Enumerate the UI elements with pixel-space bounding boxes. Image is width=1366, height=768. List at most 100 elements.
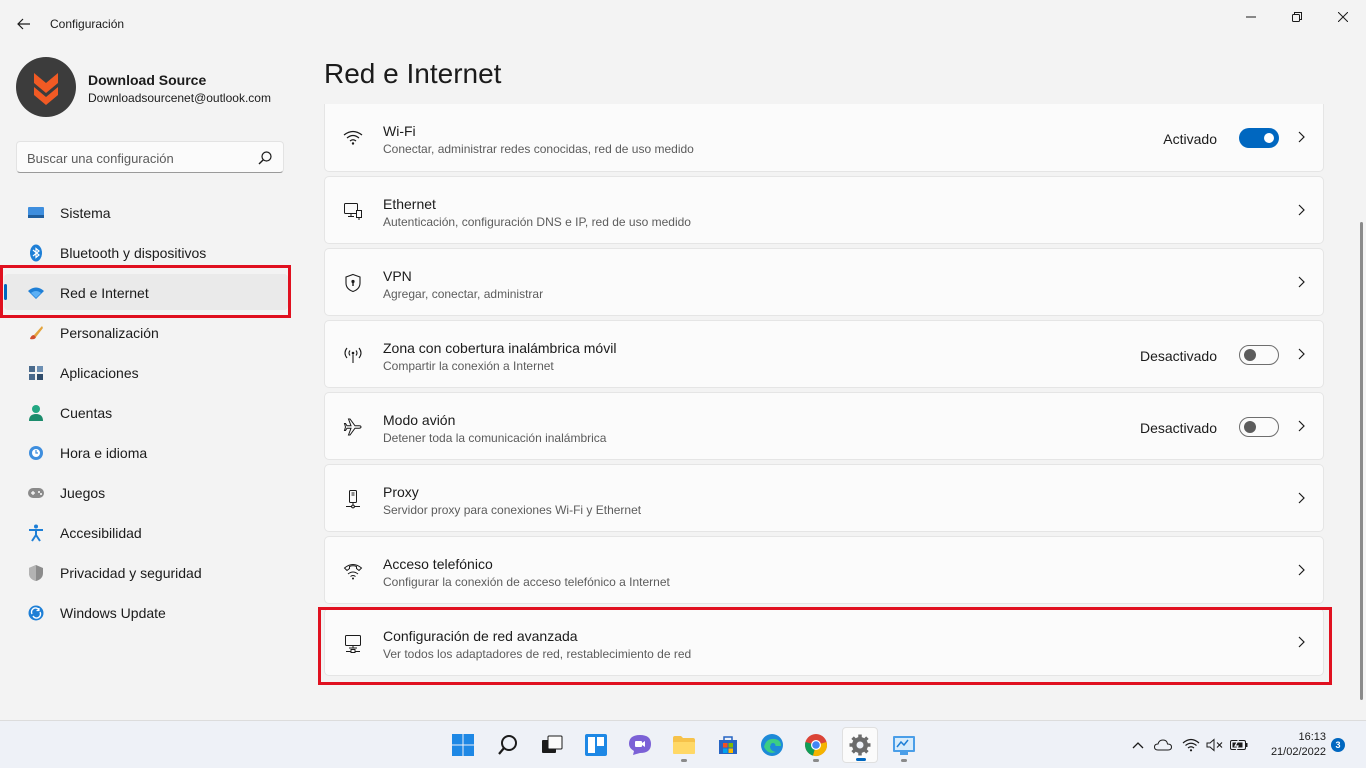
search-icon <box>498 735 517 755</box>
update-icon <box>27 604 45 622</box>
sidebar-item-label: Sistema <box>60 205 111 221</box>
chevron-right-icon <box>1298 420 1305 432</box>
hotspot-toggle[interactable] <box>1239 345 1279 365</box>
brush-icon <box>27 324 45 342</box>
back-button[interactable] <box>10 10 38 38</box>
battery-tray-icon[interactable] <box>1230 736 1248 754</box>
card-description: Detener toda la comunicación inalámbrica <box>383 431 607 445</box>
sidebar-item-windows-update[interactable]: Windows Update <box>4 594 288 630</box>
settings-taskbar-button[interactable] <box>842 727 878 763</box>
sidebar-item-hora-idioma[interactable]: Hora e idioma <box>4 434 288 470</box>
gear-icon <box>849 734 871 756</box>
running-indicator <box>681 759 687 762</box>
sidebar-item-personalizacion[interactable]: Personalización <box>4 314 288 350</box>
search-input[interactable] <box>27 148 247 168</box>
chevron-right-icon <box>1298 204 1305 216</box>
start-button[interactable] <box>445 727 481 763</box>
volume-muted-icon <box>1206 738 1223 752</box>
dialup-icon <box>343 561 363 581</box>
proxy-card[interactable]: Proxy Servidor proxy para conexiones Wi-… <box>324 464 1324 532</box>
onedrive-tray-icon[interactable] <box>1154 736 1172 754</box>
close-icon <box>1338 12 1348 22</box>
sidebar-item-privacidad[interactable]: Privacidad y seguridad <box>4 554 288 590</box>
ethernet-card[interactable]: Ethernet Autenticación, configuración DN… <box>324 176 1324 244</box>
task-view-icon <box>542 735 563 753</box>
card-description: Compartir la conexión a Internet <box>383 359 554 373</box>
card-title: Modo avión <box>383 412 456 428</box>
edge-button[interactable] <box>754 727 790 763</box>
card-title: Proxy <box>383 484 419 500</box>
running-indicator <box>856 758 866 761</box>
profile-name: Download Source <box>88 72 207 88</box>
sidebar-item-label: Windows Update <box>60 605 166 621</box>
card-title: Acceso telefónico <box>383 556 493 572</box>
search-icon[interactable] <box>257 150 273 166</box>
chevron-right-icon <box>1298 131 1305 143</box>
chevron-up-icon <box>1132 742 1144 749</box>
network-tray-icon[interactable] <box>1182 736 1200 754</box>
sidebar-item-cuentas[interactable]: Cuentas <box>4 394 288 430</box>
sidebar-nav: Sistema Bluetooth y dispositivos Red e I… <box>4 194 288 634</box>
clock-date: 21/02/2022 <box>1270 746 1326 758</box>
notification-badge[interactable]: 3 <box>1331 738 1345 752</box>
store-button[interactable] <box>710 727 746 763</box>
airplane-mode-card[interactable]: Modo avión Detener toda la comunicación … <box>324 392 1324 460</box>
sidebar-item-juegos[interactable]: Juegos <box>4 474 288 510</box>
apps-icon <box>27 364 45 382</box>
airplane-mode-toggle[interactable] <box>1239 417 1279 437</box>
avatar <box>16 57 76 117</box>
hotspot-icon <box>343 345 363 365</box>
cloud-icon <box>1154 739 1172 751</box>
title-bar: Configuración <box>0 0 1366 48</box>
sidebar-item-label: Juegos <box>60 485 106 501</box>
file-explorer-button[interactable] <box>666 727 702 763</box>
highlight-box-nav <box>0 265 291 318</box>
sidebar-item-aplicaciones[interactable]: Aplicaciones <box>4 354 288 390</box>
accessibility-icon <box>27 524 45 542</box>
widgets-icon <box>585 734 607 756</box>
sidebar-item-accesibilidad[interactable]: Accesibilidad <box>4 514 288 550</box>
dialup-card[interactable]: Acceso telefónico Configurar la conexión… <box>324 536 1324 604</box>
volume-tray-icon[interactable] <box>1206 736 1224 754</box>
card-title: Wi-Fi <box>383 123 416 139</box>
taskbar: 16:13 21/02/2022 3 <box>0 720 1366 768</box>
vpn-shield-icon <box>343 273 363 293</box>
minimize-icon <box>1246 16 1256 18</box>
restore-button[interactable] <box>1274 4 1320 30</box>
running-indicator <box>813 759 819 762</box>
vpn-card[interactable]: VPN Agregar, conectar, administrar <box>324 248 1324 316</box>
edge-icon <box>761 734 783 756</box>
clock-time: 16:13 <box>1298 731 1326 743</box>
store-icon <box>719 736 737 754</box>
minimize-button[interactable] <box>1228 4 1274 30</box>
chevron-right-icon <box>1298 564 1305 576</box>
chat-icon <box>629 735 651 755</box>
control-panel-button[interactable] <box>886 727 922 763</box>
sidebar-item-sistema[interactable]: Sistema <box>4 194 288 230</box>
chevron-right-icon <box>1298 348 1305 360</box>
search-box[interactable] <box>16 141 284 173</box>
airplane-icon <box>343 417 363 437</box>
show-hidden-icons-button[interactable] <box>1129 736 1147 754</box>
wifi-card[interactable]: Wi-Fi Conectar, administrar redes conoci… <box>324 104 1324 172</box>
task-view-button[interactable] <box>534 727 570 763</box>
teams-chat-button[interactable] <box>622 727 658 763</box>
person-icon <box>27 404 45 422</box>
taskbar-search-button[interactable] <box>490 727 526 763</box>
close-button[interactable] <box>1320 4 1366 30</box>
mobile-hotspot-card[interactable]: Zona con cobertura inalámbrica móvil Com… <box>324 320 1324 388</box>
scrollbar[interactable] <box>1360 222 1363 700</box>
running-indicator <box>901 759 907 762</box>
card-description: Autenticación, configuración DNS e IP, r… <box>383 215 691 229</box>
battery-charging-icon <box>1230 739 1248 751</box>
wifi-toggle[interactable] <box>1239 128 1279 148</box>
card-title: Ethernet <box>383 196 436 212</box>
chrome-button[interactable] <box>798 727 834 763</box>
sidebar-item-label: Hora e idioma <box>60 445 148 461</box>
profile-email: Downloadsourcenet@outlook.com <box>88 91 271 105</box>
windows-logo-icon <box>452 734 474 756</box>
widgets-button[interactable] <box>578 727 614 763</box>
taskbar-clock[interactable]: 16:13 21/02/2022 <box>1256 730 1326 760</box>
chevron-right-icon <box>1298 276 1305 288</box>
user-profile[interactable]: Download Source Downloadsourcenet@outloo… <box>16 57 296 117</box>
